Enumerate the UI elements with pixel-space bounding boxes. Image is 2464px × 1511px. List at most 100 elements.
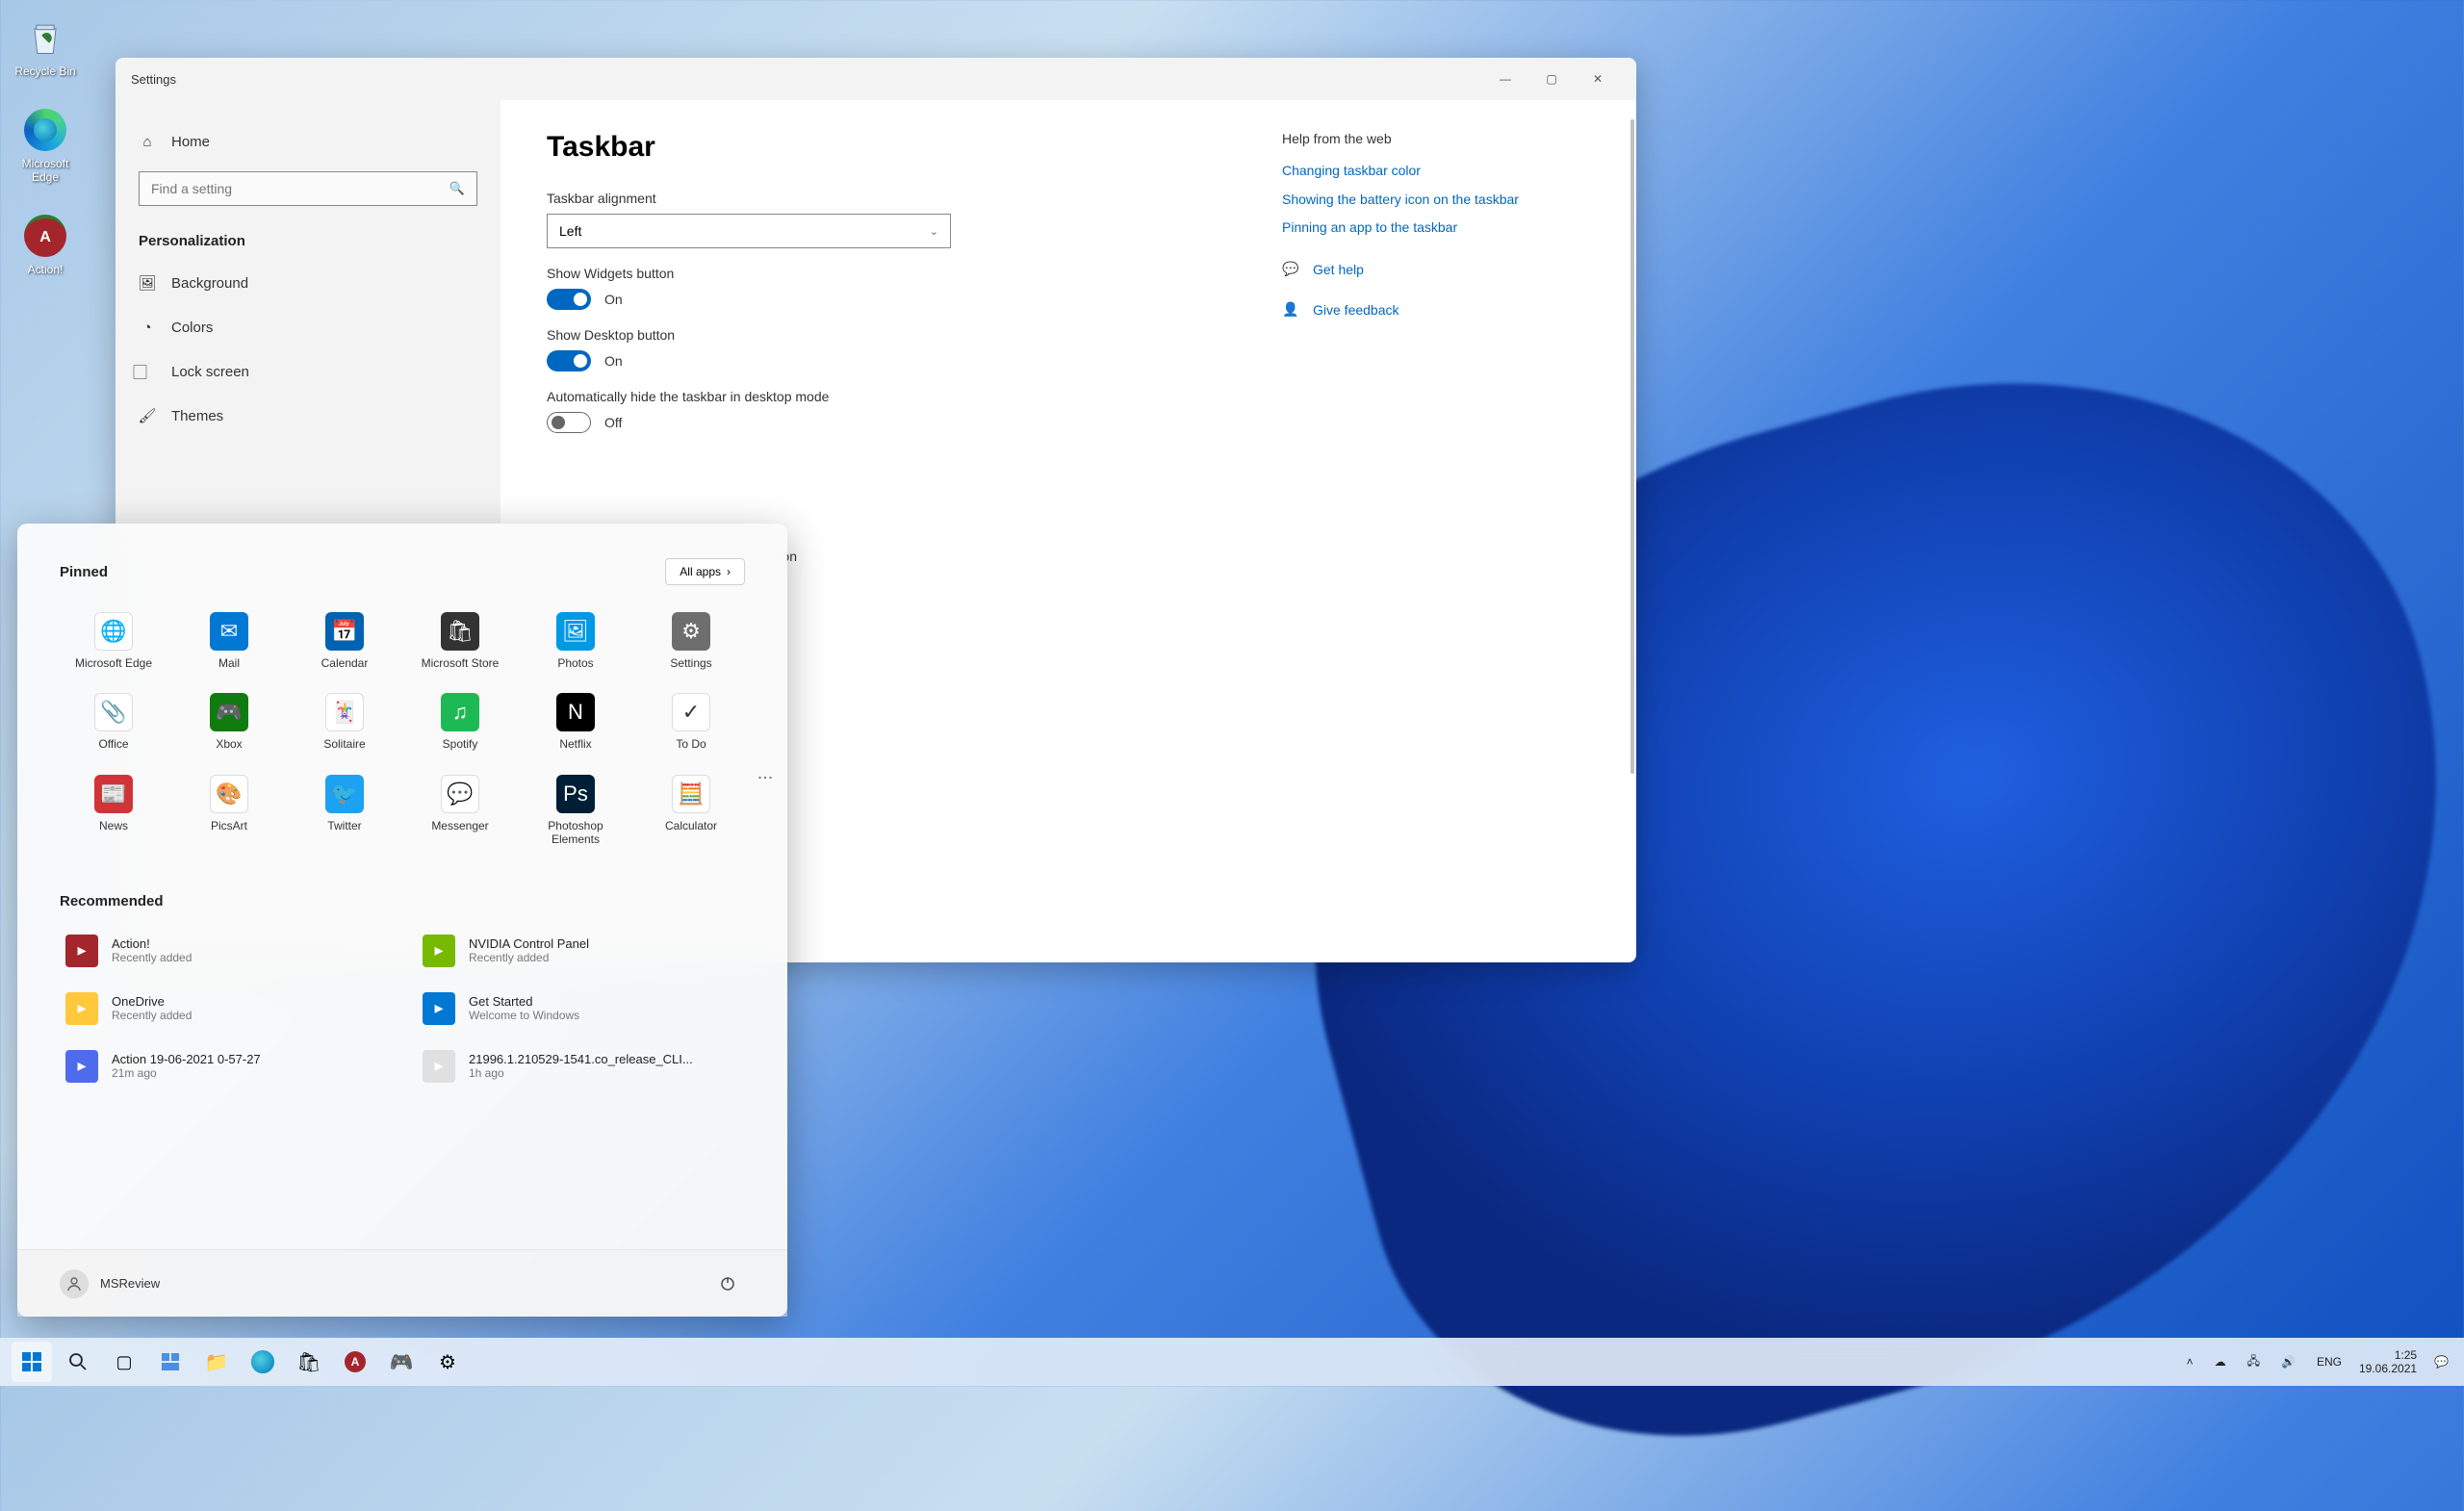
- recommended-item[interactable]: ▸NVIDIA Control PanelRecently added: [417, 929, 745, 973]
- desktop-icon-edge[interactable]: Microsoft Edge: [8, 107, 83, 184]
- all-apps-button[interactable]: All apps ›: [665, 558, 745, 585]
- scrollbar[interactable]: [1630, 119, 1634, 774]
- pinned-app[interactable]: 🧮Calculator: [637, 767, 745, 855]
- window-title: Settings: [131, 72, 176, 87]
- pinned-app[interactable]: 🐦Twitter: [291, 767, 398, 855]
- brush-icon: 🖌: [139, 407, 156, 424]
- close-button[interactable]: ✕: [1575, 58, 1621, 100]
- store-taskbar-button[interactable]: 🛍: [289, 1342, 329, 1382]
- recommended-item[interactable]: ▸Get StartedWelcome to Windows: [417, 986, 745, 1031]
- widgets-button[interactable]: [150, 1342, 191, 1382]
- feedback-icon: 👤: [1282, 301, 1299, 319]
- rec-title: Action!: [112, 936, 192, 951]
- autohide-toggle-row: Off: [547, 412, 1224, 433]
- nav-lock-screen[interactable]: ⃞Lock screen: [116, 349, 500, 394]
- rec-icon: ▸: [423, 1050, 455, 1083]
- xbox-taskbar-button[interactable]: 🎮: [381, 1342, 422, 1382]
- minimize-button[interactable]: —: [1482, 58, 1528, 100]
- app-icon: ♫: [441, 693, 479, 731]
- help-link-color[interactable]: Changing taskbar color: [1282, 162, 1590, 181]
- desktop-btn-toggle[interactable]: [547, 350, 591, 371]
- app-icon: 🛍: [441, 612, 479, 651]
- taskbar-right: ˄ ☁ 🖧 🔊 ENG 1:25 19.06.2021 💬: [2183, 1348, 2452, 1376]
- desktop-icon-action[interactable]: A Action!: [8, 213, 83, 276]
- nav-home[interactable]: ⌂ Home: [116, 119, 500, 164]
- pinned-app[interactable]: 📎Office: [60, 685, 167, 758]
- desktop-icon-label: Microsoft Edge: [8, 157, 83, 184]
- autohide-toggle[interactable]: [547, 412, 591, 433]
- pinned-app[interactable]: 💬Messenger: [406, 767, 514, 855]
- help-link-battery[interactable]: Showing the battery icon on the taskbar: [1282, 191, 1590, 210]
- search-input[interactable]: [151, 181, 449, 196]
- pinned-app[interactable]: NNetflix: [522, 685, 629, 758]
- pinned-app[interactable]: 🖼Photos: [522, 604, 629, 678]
- nav-background[interactable]: 🖼Background: [116, 261, 500, 305]
- clock-button[interactable]: 1:25 19.06.2021: [2359, 1348, 2417, 1376]
- all-apps-label: All apps: [680, 565, 721, 578]
- pinned-app[interactable]: ♫ Spotify: [406, 685, 514, 758]
- more-pages-button[interactable]: ⋮: [756, 770, 774, 785]
- maximize-button[interactable]: ▢: [1528, 58, 1575, 100]
- desktop-icon-label: Action!: [28, 263, 64, 276]
- lock-icon: ⃞: [139, 363, 156, 380]
- task-view-button[interactable]: ▢: [104, 1342, 144, 1382]
- pinned-app[interactable]: ✉Mail: [175, 604, 283, 678]
- volume-tray-icon[interactable]: 🔊: [2277, 1351, 2299, 1372]
- app-icon: 🖼: [556, 612, 595, 651]
- search-button[interactable]: [58, 1342, 98, 1382]
- titlebar[interactable]: Settings — ▢ ✕: [116, 58, 1636, 100]
- desktop-icons: Recycle Bin Microsoft Edge A Action!: [8, 14, 83, 276]
- app-label: Settings: [670, 656, 711, 670]
- pinned-app[interactable]: 🎨PicsArt: [175, 767, 283, 855]
- app-label: Xbox: [216, 737, 242, 751]
- nav-themes[interactable]: 🖌Themes: [116, 394, 500, 438]
- recommended-item[interactable]: ▸Action 19-06-2021 0-57-2721m ago: [60, 1044, 388, 1088]
- app-icon: ✉: [210, 612, 248, 651]
- desktop-icon-recycle-bin[interactable]: Recycle Bin: [8, 14, 83, 78]
- tray-overflow-button[interactable]: ˄: [2183, 1351, 2197, 1372]
- help-link-pin[interactable]: Pinning an app to the taskbar: [1282, 218, 1590, 238]
- pinned-app[interactable]: 🃏Solitaire: [291, 685, 398, 758]
- taskbar-left: ▢ 📁 🛍 A 🎮 ⚙: [12, 1342, 468, 1382]
- widgets-toggle[interactable]: [547, 289, 591, 310]
- settings-taskbar-button[interactable]: ⚙: [427, 1342, 468, 1382]
- toggle-state: Off: [604, 415, 622, 430]
- pinned-app[interactable]: PsPhotoshop Elements: [522, 767, 629, 855]
- pinned-app[interactable]: 🎮Xbox: [175, 685, 283, 758]
- action-taskbar-button[interactable]: A: [335, 1342, 375, 1382]
- app-icon: 🌐: [94, 612, 133, 651]
- settings-search[interactable]: 🔍: [139, 171, 477, 206]
- window-controls: — ▢ ✕: [1482, 58, 1621, 100]
- pinned-app[interactable]: ✓To Do: [637, 685, 745, 758]
- clock-date: 19.06.2021: [2359, 1362, 2417, 1375]
- give-feedback-link[interactable]: 👤Give feedback: [1282, 301, 1590, 319]
- rec-icon: ▸: [65, 1050, 98, 1083]
- app-label: Spotify: [443, 737, 478, 751]
- pinned-app[interactable]: 🌐Microsoft Edge: [60, 604, 167, 678]
- alignment-dropdown[interactable]: Left ⌄: [547, 214, 951, 248]
- pinned-app[interactable]: 📰News: [60, 767, 167, 855]
- pinned-app[interactable]: 📅Calendar: [291, 604, 398, 678]
- rec-subtitle: Recently added: [469, 951, 589, 964]
- recommended-item[interactable]: ▸Action!Recently added: [60, 929, 388, 973]
- pinned-app[interactable]: 🛍Microsoft Store: [406, 604, 514, 678]
- recommended-item[interactable]: ▸21996.1.210529-1541.co_release_CLI...1h…: [417, 1044, 745, 1088]
- notifications-button[interactable]: 💬: [2430, 1351, 2452, 1372]
- home-icon: ⌂: [139, 133, 156, 150]
- power-button[interactable]: [710, 1267, 745, 1301]
- windows-logo-icon: [22, 1352, 41, 1371]
- onedrive-tray-icon[interactable]: ☁: [2211, 1351, 2230, 1372]
- start-button[interactable]: [12, 1342, 52, 1382]
- network-tray-icon[interactable]: 🖧: [2244, 1348, 2264, 1376]
- app-icon: 🎨: [210, 775, 248, 813]
- language-indicator[interactable]: ENG: [2313, 1351, 2346, 1372]
- pinned-app[interactable]: ⚙Settings: [637, 604, 745, 678]
- rec-subtitle: Recently added: [112, 1009, 192, 1022]
- user-account-button[interactable]: MSReview: [60, 1269, 160, 1298]
- app-label: To Do: [676, 737, 706, 751]
- get-help-link[interactable]: 💬Get help: [1282, 261, 1590, 278]
- nav-colors[interactable]: ◔Colors: [116, 305, 500, 349]
- file-explorer-button[interactable]: 📁: [196, 1342, 237, 1382]
- edge-taskbar-button[interactable]: [243, 1342, 283, 1382]
- recommended-item[interactable]: ▸OneDriveRecently added: [60, 986, 388, 1031]
